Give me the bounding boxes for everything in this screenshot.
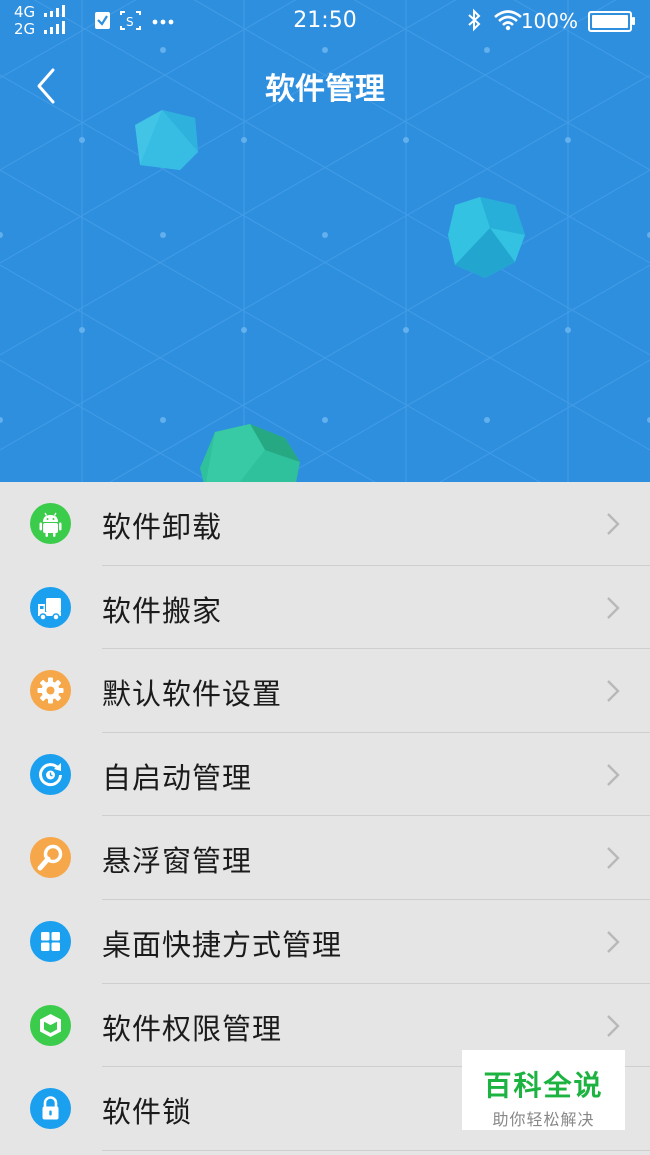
menu-item-move-app[interactable]: 软件搬家 [0, 566, 650, 650]
chevron-right-icon [607, 763, 620, 786]
chevron-right-icon [607, 680, 620, 703]
battery-icon [588, 11, 635, 32]
gear-icon [30, 670, 71, 712]
battery-percent: 100% [520, 9, 578, 33]
decorative-gem-2 [448, 197, 525, 278]
truck-icon [30, 586, 71, 628]
watermark-title: 百科全说 [483, 1069, 604, 1102]
page-title: 软件管理 [265, 72, 385, 107]
divider [102, 1149, 650, 1151]
shield-box-icon [30, 1004, 71, 1046]
menu-item-default-apps[interactable]: 默认软件设置 [0, 649, 650, 733]
menu-item-label: 悬浮窗管理 [102, 844, 253, 879]
menu-item-label: 软件卸载 [102, 510, 223, 544]
menu-item-label: 桌面快捷方式管理 [102, 927, 343, 962]
menu-item-desktop-shortcuts[interactable]: 桌面快捷方式管理 [0, 900, 650, 984]
chevron-right-icon [607, 513, 620, 535]
decorative-gem-3 [200, 424, 300, 482]
chevron-right-icon [607, 847, 620, 870]
menu-item-label: 软件搬家 [102, 593, 223, 628]
bluetooth-icon [468, 8, 481, 32]
menu-item-label: 软件权限管理 [102, 1011, 283, 1046]
menu-item-floating-window[interactable]: 悬浮窗管理 [0, 816, 650, 900]
title-bar: 软件管理 [0, 58, 650, 108]
decorative-gem-1 [135, 110, 198, 170]
watermark-badge: 百科全说 助你轻松解决 [462, 1050, 625, 1130]
chevron-right-icon [607, 931, 620, 953]
magnifier-icon [30, 837, 71, 879]
wifi-icon [494, 10, 522, 31]
chevron-right-icon [607, 596, 620, 619]
menu-item-label: 默认软件设置 [102, 677, 283, 712]
menu-item-label: 自启动管理 [102, 760, 253, 795]
watermark-subtitle: 助你轻松解决 [492, 1110, 595, 1129]
menu-item-label: 软件锁 [102, 1095, 193, 1130]
status-bar: 4G 2G S 21:50 100% [0, 0, 650, 44]
menu-item-autostart[interactable]: 自启动管理 [0, 733, 650, 817]
android-icon [30, 503, 71, 544]
autostart-icon [30, 753, 71, 795]
grid-icon [30, 920, 71, 962]
menu-item-uninstall[interactable]: 软件卸载 [0, 482, 650, 566]
lock-icon [30, 1088, 71, 1130]
chevron-right-icon [607, 1014, 620, 1037]
